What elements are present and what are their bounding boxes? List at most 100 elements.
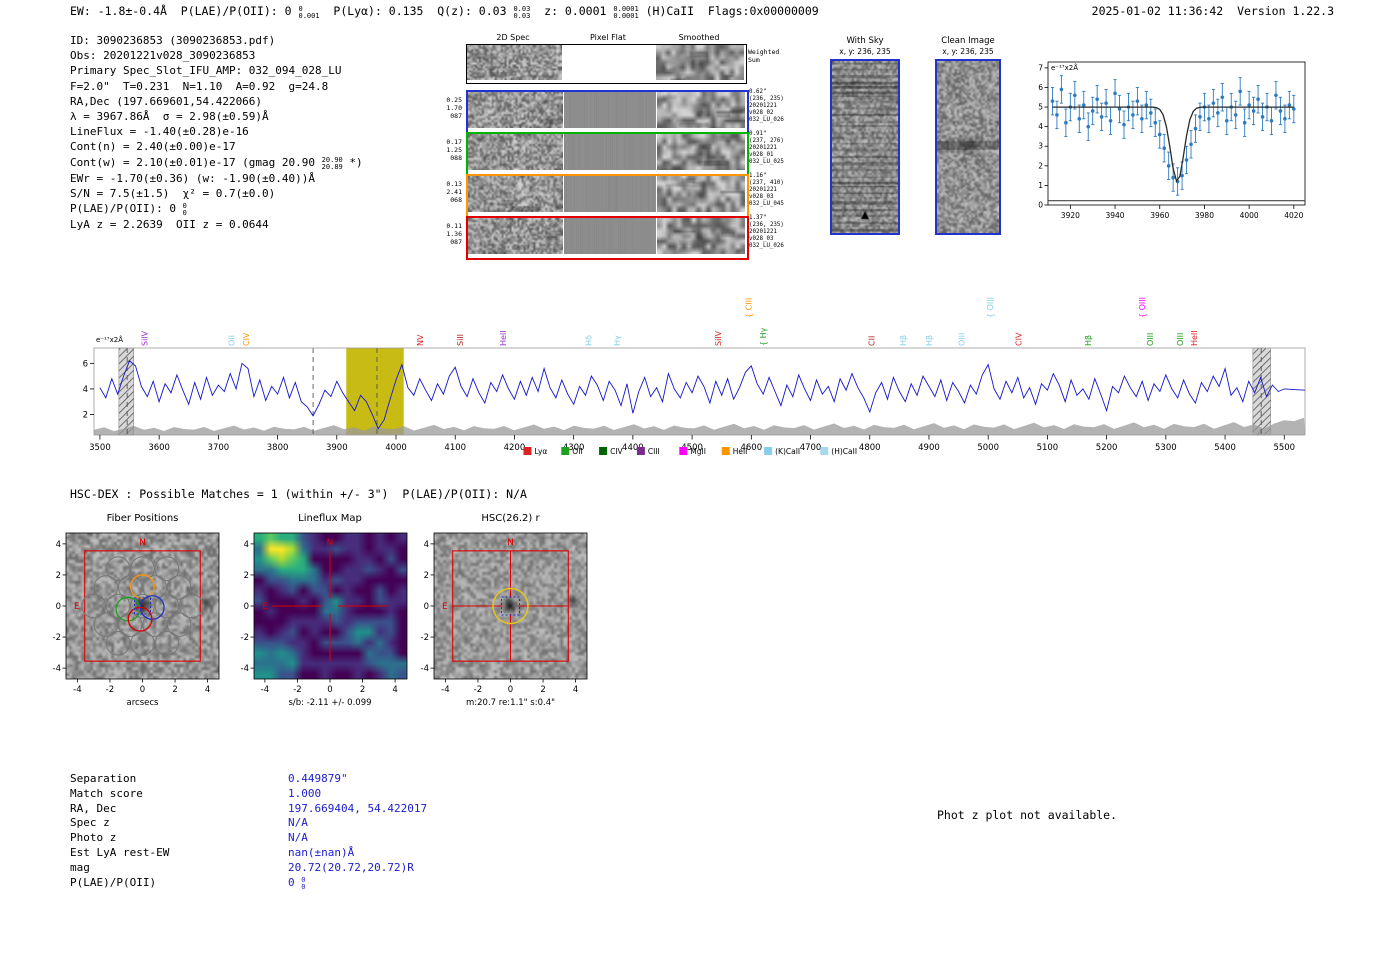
clean-image <box>937 61 999 233</box>
line-label-oiii: { OIII <box>986 297 995 318</box>
cutout-title: Lineflux Map <box>298 513 362 524</box>
photz-note: Phot z plot not available. <box>937 808 1117 822</box>
text-segment: EW: -1.8±-0.4Å P(LAE)/P(OII): 0 <box>70 4 298 18</box>
cutout-x-tick-label: 0 <box>327 685 332 695</box>
cutout-x-tick-label: -2 <box>474 685 482 695</box>
line-label-oiii: OIII <box>1146 333 1155 346</box>
legend-label: (K)CaII <box>775 447 800 456</box>
text-segment: P(Lyα): 0.135 Q(z): 0.03 <box>320 4 514 18</box>
text-segment: RA,Dec (197.669601,54.422066) <box>70 95 262 108</box>
x-tick-label: 4800 <box>859 443 881 453</box>
cutout-x-tick-label: -2 <box>106 685 114 695</box>
data-point <box>1212 101 1216 105</box>
data-point <box>1171 176 1175 180</box>
sky-panel-title: With Sky <box>820 36 910 46</box>
data-point <box>1274 94 1278 98</box>
data-point <box>1060 88 1064 92</box>
row-right-meta-line: 032_LU_026 <box>749 117 784 124</box>
inset-x-tick-label: 3980 <box>1195 211 1214 220</box>
row-right-meta-line: 20201221 <box>749 229 784 236</box>
data-point <box>1243 121 1247 125</box>
match-label: Separation <box>70 772 288 787</box>
text-segment: Primary Spec_Slot_IFU_AMP: 032_094_028_L… <box>70 64 342 77</box>
legend-swatch-lyα <box>524 447 532 455</box>
row-right-meta-line: (237, 410) <box>749 180 784 187</box>
data-point <box>1194 127 1198 131</box>
column-header: Pixel Flat <box>563 33 653 42</box>
line-label-civ: CIV <box>1014 332 1023 346</box>
x-tick-label: 3700 <box>208 443 230 453</box>
fiber-circle <box>143 613 167 637</box>
text-segment: ID: 3090236853 (3090236853.pdf) <box>70 34 275 47</box>
y-tick-label: 2 <box>83 411 88 421</box>
fiber-2d-row <box>466 216 749 260</box>
row-right-meta-line: 0.62" <box>749 89 784 96</box>
cutout-y-tick-label: 2 <box>424 571 429 581</box>
timestamp-version: 2025-01-02 11:36:42 Version 1.22.3 <box>1092 4 1334 18</box>
info-line: F=2.0" T=0.231 N=1.10 A=0.92 g=24.8 <box>70 79 363 94</box>
x-tick-label: 5400 <box>1214 443 1236 453</box>
smoothed-image <box>657 92 745 128</box>
legend-swatch-civ <box>599 447 607 455</box>
legend-swatch-(h)caii <box>820 447 828 455</box>
text-segment: Obs: 20201221v028_3090236853 <box>70 49 255 62</box>
fiber-2d-row <box>466 90 749 134</box>
inset-units-annotation: e⁻¹⁷x2Å <box>1051 63 1078 72</box>
x-tick-label: 4100 <box>444 443 466 453</box>
stacked-fraction: 0.03 0.03 <box>513 6 530 20</box>
data-point <box>1118 107 1122 111</box>
masked-band <box>119 348 134 435</box>
table-row: mag 20.72(20.72,20.72)R <box>70 861 427 876</box>
data-point <box>1145 103 1149 107</box>
text-segment: Cont(w) = 2.10(±0.01)e-17 (gmag 20.90 <box>70 156 322 169</box>
cutout-x-tick-label: 0 <box>508 685 513 695</box>
row-right-meta: 1.16" (237, 410) 20201221 v028_03 032_LU_045 <box>749 173 784 208</box>
data-point <box>1122 123 1126 127</box>
sky-panel-title: Clean Image <box>925 36 1011 46</box>
inset-x-tick-label: 3940 <box>1105 211 1124 220</box>
y-tick-label: 6 <box>83 359 88 369</box>
hsc-match-summary: HSC-DEX : Possible Matches = 1 (within +… <box>70 487 527 501</box>
row-right-meta-line: 20201221 <box>749 145 784 152</box>
extraction-region-square <box>85 551 201 661</box>
data-point <box>1283 117 1287 121</box>
text-segment: LyA z = 2.2639 OII z = 0.0644 <box>70 218 269 231</box>
cutout-y-tick-label: 2 <box>244 571 249 581</box>
sky-panel-subtitle: x, y: 236, 235 <box>925 47 1011 56</box>
data-point <box>1207 117 1211 121</box>
text-segment: (H)CaII Flags:0x00000009 <box>639 4 819 18</box>
line-label-oiii: { OIII <box>1138 297 1147 318</box>
2d-spec-image <box>468 92 563 128</box>
row-left-stat-line: 1.36 <box>434 230 462 238</box>
cutout-y-tick-label: 4 <box>244 540 249 550</box>
info-line: Cont(n) = 2.40(±0.00)e-17 <box>70 139 363 154</box>
x-tick-label: 5500 <box>1273 443 1295 453</box>
fiber-circle <box>94 613 118 637</box>
cutout-y-tick-label: 0 <box>424 602 429 612</box>
line-label-oii: OII <box>227 335 236 346</box>
table-row: Spec z N/A <box>70 816 427 831</box>
2d-spec-image <box>468 134 563 170</box>
cutout-y-tick-label: -4 <box>53 664 61 674</box>
fiber-circle <box>155 631 179 655</box>
data-point <box>1073 94 1077 98</box>
match-value: N/A <box>288 831 308 846</box>
cutout-x-tick-label: -4 <box>73 685 81 695</box>
stacked-fraction: 00 <box>183 203 187 217</box>
frac-bottom: 0 <box>301 884 305 891</box>
smoothed-image <box>657 134 745 170</box>
compass-north-label: N <box>507 538 514 548</box>
match-label: Photo z <box>70 831 288 846</box>
match-label: RA, Dec <box>70 802 288 817</box>
detection-info-block: ID: 3090236853 (3090236853.pdf) Obs: 2020… <box>70 33 363 232</box>
fiber-circle <box>106 631 130 655</box>
row-right-meta-line: (236, 235) <box>749 222 784 229</box>
data-point <box>1109 119 1113 123</box>
summary-header: EW: -1.8±-0.4Å P(LAE)/P(OII): 0 0 0.001 P… <box>70 4 819 20</box>
inset-y-tick-label: 3 <box>1038 142 1043 151</box>
cutout-y-tick-label: -2 <box>241 633 249 643</box>
cutout-x-tick-label: 2 <box>540 685 545 695</box>
x-tick-label: 3900 <box>326 443 348 453</box>
compass-north-label: N <box>327 538 334 548</box>
inset-axes-box <box>1048 62 1305 205</box>
